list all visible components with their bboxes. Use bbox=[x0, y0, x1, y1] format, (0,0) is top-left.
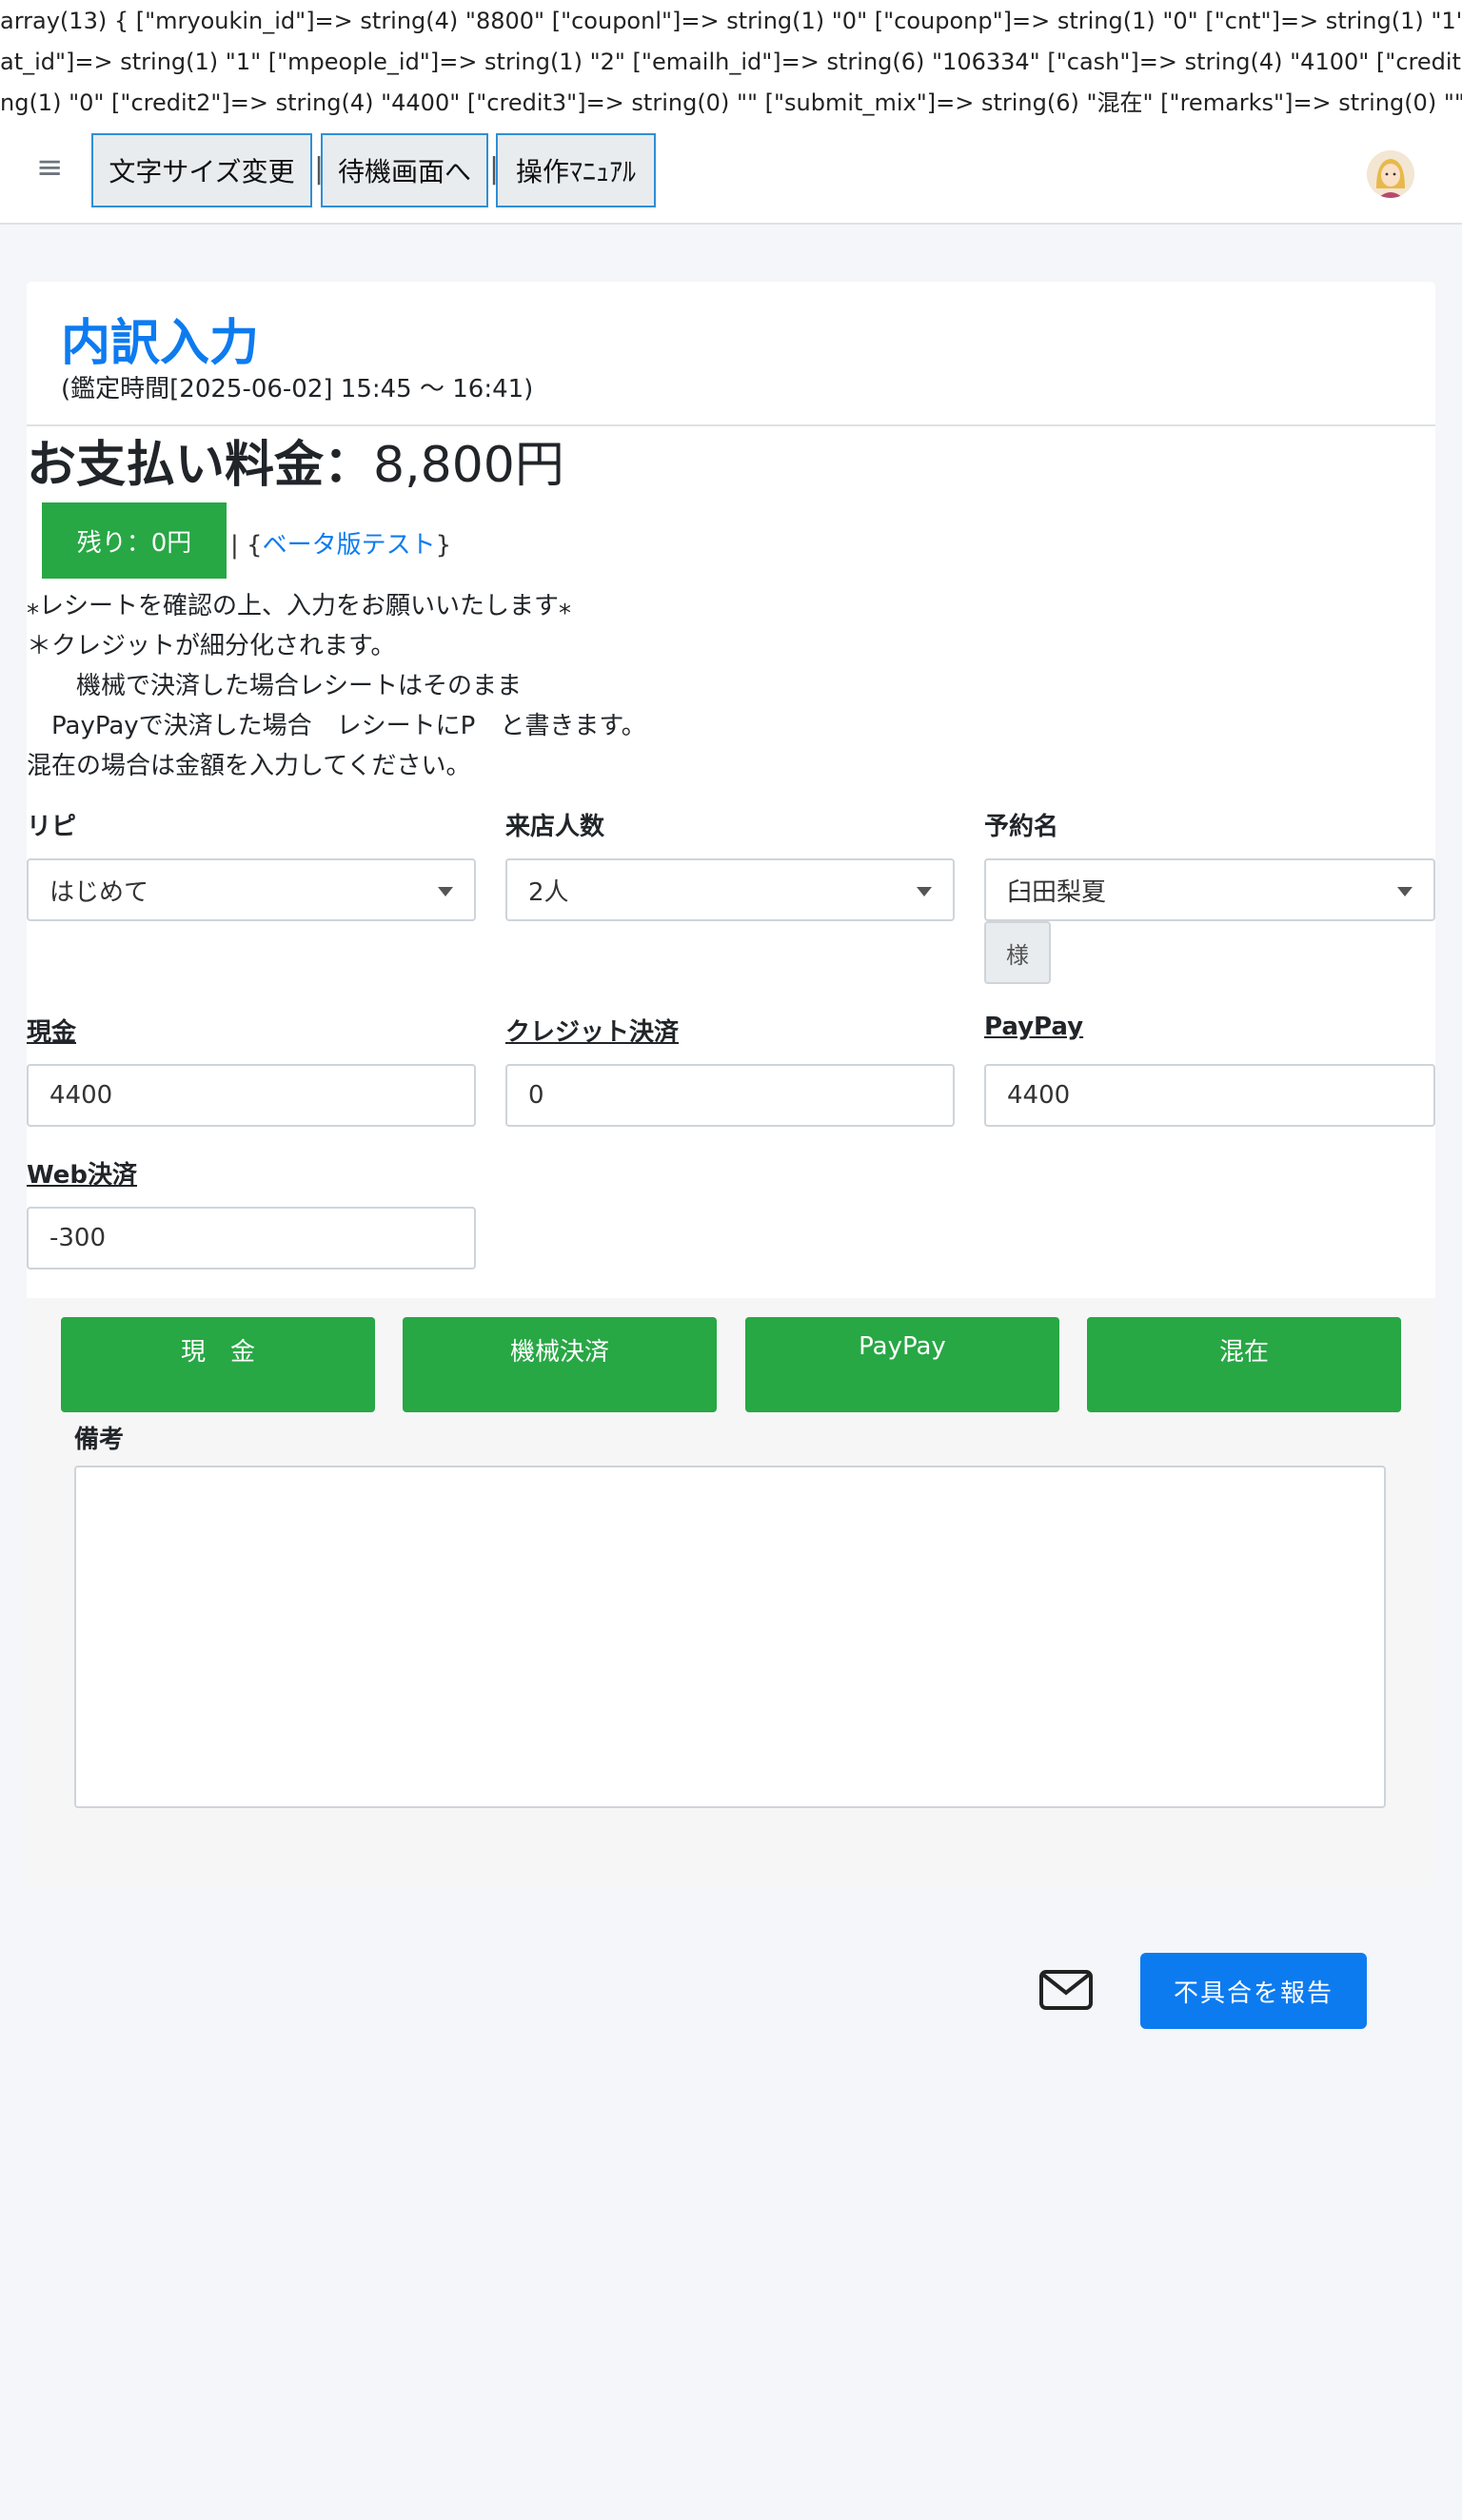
chevron-down-icon bbox=[438, 887, 453, 896]
debug-line-1: array(13) { ["mryoukin_id"]=> string(4) … bbox=[0, 8, 1462, 34]
payment-buttons-area: 現 金 機械決済 PayPay 混在 備考 bbox=[27, 1298, 1435, 1886]
avatar-icon bbox=[1367, 150, 1414, 198]
debug-line-3: ng(1) "0" ["credit2"]=> string(4) "4400"… bbox=[0, 89, 1462, 116]
paypay-label: PayPay bbox=[984, 1013, 1084, 1041]
instruction-notes: ⁎レシートを確認の上、入力をお願いいたします⁎ ＊クレジットが細分化されます。 … bbox=[27, 592, 646, 780]
repeat-select[interactable]: はじめて bbox=[27, 858, 476, 921]
manual-button[interactable]: 操作ﾏﾆｭｱﾙ bbox=[496, 133, 656, 207]
debug-line-2: at_id"]=> string(1) "1" ["mpeople_id"]=>… bbox=[0, 49, 1462, 75]
reservation-label: 予約名 bbox=[984, 813, 1059, 841]
paypay-input[interactable]: 4400 bbox=[984, 1064, 1435, 1127]
cash-input[interactable]: 4400 bbox=[27, 1064, 476, 1127]
beta-test: | {ベータ版テスト} bbox=[230, 531, 452, 560]
credit-input[interactable]: 0 bbox=[505, 1064, 955, 1127]
remarks-label: 備考 bbox=[74, 1426, 125, 1454]
chevron-down-icon bbox=[1397, 887, 1413, 896]
remaining-badge: 残り：0円 bbox=[42, 502, 227, 579]
honorific-addon: 様 bbox=[984, 921, 1051, 984]
machine-pay-button[interactable]: 機械決済 bbox=[403, 1317, 717, 1412]
payment-amount: お支払い料金：8,800円 bbox=[27, 424, 564, 496]
credit-label: クレジット決済 bbox=[505, 1018, 680, 1047]
remarks-textarea[interactable] bbox=[74, 1466, 1386, 1808]
menu-icon[interactable]: ≡ bbox=[36, 148, 64, 187]
mail-icon[interactable] bbox=[1039, 1970, 1093, 2010]
breakdown-card: 内訳入力 (鑑定時間[2025-06-02] 15:45 〜 16:41) お支… bbox=[27, 282, 1435, 1886]
mixed-pay-button[interactable]: 混在 bbox=[1087, 1317, 1401, 1412]
debug-dump: array(13) { ["mryoukin_id"]=> string(4) … bbox=[0, 0, 1462, 128]
card-header: 内訳入力 (鑑定時間[2025-06-02] 15:45 〜 16:41) bbox=[27, 282, 1435, 426]
appraisal-time: (鑑定時間[2025-06-02] 15:45 〜 16:41) bbox=[61, 375, 534, 404]
cash-label: 現金 bbox=[27, 1018, 77, 1047]
page-title: 内訳入力 bbox=[61, 315, 260, 372]
web-payment-input[interactable]: -300 bbox=[27, 1207, 476, 1270]
paypay-button[interactable]: PayPay bbox=[745, 1317, 1059, 1412]
user-avatar[interactable] bbox=[1367, 150, 1414, 198]
beta-test-link[interactable]: ベータ版テスト bbox=[263, 531, 436, 560]
report-bug-button[interactable]: 不具合を報告 bbox=[1140, 1953, 1367, 2029]
repeat-label: リピ bbox=[27, 813, 77, 841]
people-label: 来店人数 bbox=[505, 813, 605, 841]
payment-value: 8,800円 bbox=[373, 437, 564, 494]
font-size-button[interactable]: 文字サイズ変更 bbox=[91, 133, 312, 207]
reservation-select[interactable]: 臼田梨夏 bbox=[984, 858, 1435, 921]
web-payment-label: Web決済 bbox=[27, 1161, 137, 1190]
top-navbar: ≡ 文字サイズ変更 | 待機画面へ | 操作ﾏﾆｭｱﾙ bbox=[0, 124, 1462, 225]
chevron-down-icon bbox=[917, 887, 932, 896]
people-select[interactable]: 2人 bbox=[505, 858, 955, 921]
standby-screen-button[interactable]: 待機画面へ bbox=[321, 133, 488, 207]
cash-pay-button[interactable]: 現 金 bbox=[61, 1317, 375, 1412]
payment-label: お支払い料金： bbox=[27, 437, 374, 494]
